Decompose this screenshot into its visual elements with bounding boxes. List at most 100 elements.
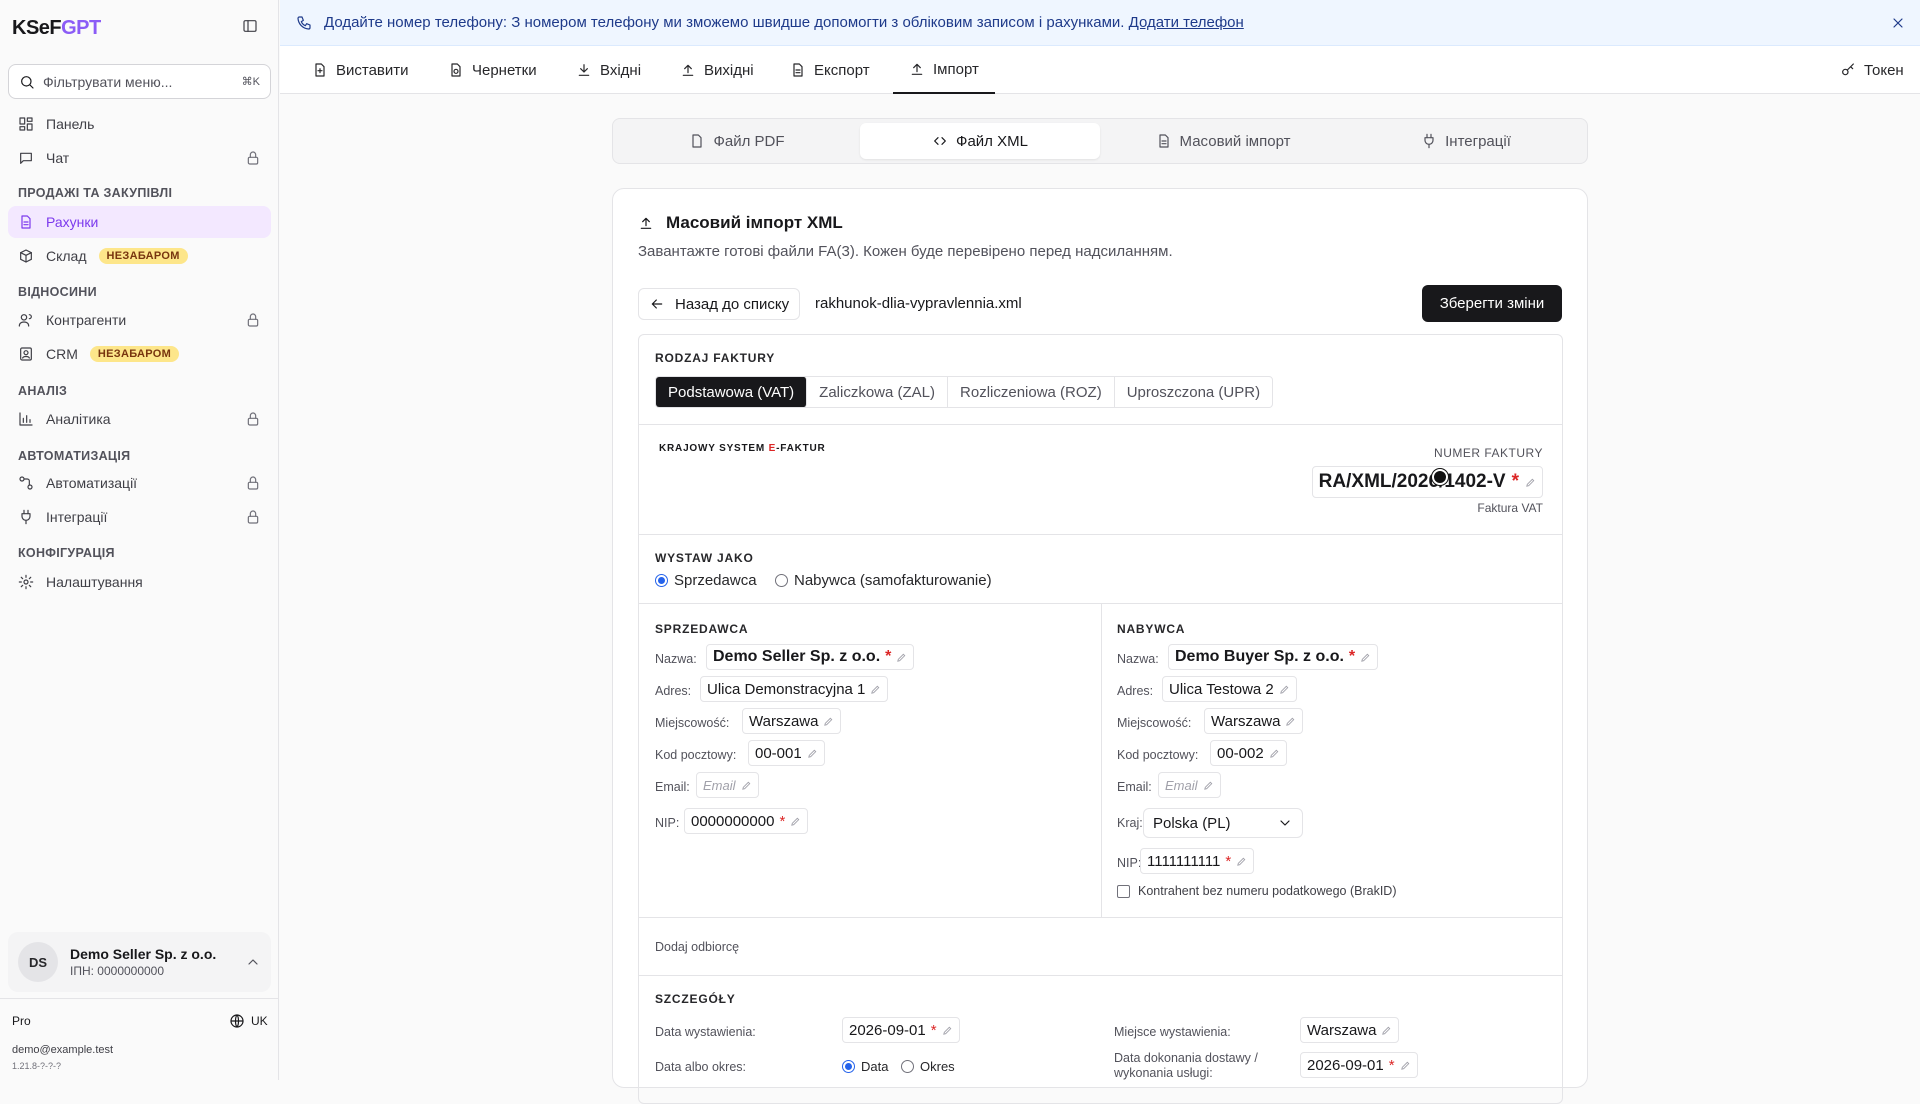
tab-bulk[interactable]: Масовий імпорт xyxy=(1103,123,1343,159)
sidebar-item-analytics[interactable]: Аналітика xyxy=(8,403,271,435)
seller-address-field[interactable]: Ulica Demonstracyjna 1 xyxy=(700,676,889,702)
globe-icon xyxy=(229,1013,245,1029)
invoice-number-field[interactable]: RA/XML/2026/1402-V * xyxy=(1311,466,1543,498)
buyer-heading: NABYWCA xyxy=(1117,622,1186,636)
invoice-type-zal[interactable]: Zaliczkowa (ZAL) xyxy=(807,377,949,407)
buyer-postal-field[interactable]: 00-002 xyxy=(1210,740,1287,766)
brak-id-checkbox[interactable]: Kontrahent bez numeru podatkowego (BrakI… xyxy=(1117,884,1396,898)
pencil-icon xyxy=(1203,780,1214,791)
sidebar-item-label: CRM xyxy=(46,346,78,362)
seller-email-field[interactable]: Email xyxy=(696,772,759,798)
app-version: 1.21.8-?-?-? xyxy=(12,1061,62,1071)
issue-date-field[interactable]: 2026-09-01 * xyxy=(842,1017,960,1043)
sidebar-item-settings[interactable]: Налаштування xyxy=(8,566,271,598)
tab-issue[interactable]: Виставити xyxy=(312,46,409,94)
sidebar-collapse-icon[interactable] xyxy=(242,18,258,34)
language-switcher[interactable]: UK xyxy=(229,1013,268,1029)
field-label: Data wystawienia: xyxy=(655,1025,756,1039)
add-phone-link[interactable]: Додати телефон xyxy=(1129,14,1244,31)
field-label: Email: xyxy=(1117,780,1152,794)
pencil-icon xyxy=(1269,748,1280,759)
pencil-icon xyxy=(823,716,834,727)
delivery-date-field[interactable]: 2026-09-01 * xyxy=(1300,1052,1418,1078)
chevron-up-icon xyxy=(245,954,261,970)
invoice-number-label: NUMER FAKTURY xyxy=(1434,446,1543,460)
divider xyxy=(639,917,1562,918)
sidebar-item-contractors[interactable]: Контрагенти xyxy=(8,304,271,336)
tab-incoming[interactable]: Вхідні xyxy=(576,46,641,94)
account-switcher[interactable]: DS Demo Seller Sp. z o.o. ІПН: 000000000… xyxy=(8,932,271,992)
sidebar-item-chat[interactable]: Чат xyxy=(8,142,271,174)
tab-xml[interactable]: Файл XML xyxy=(860,123,1100,159)
sidebar-item-invoices[interactable]: Рахунки xyxy=(8,206,271,238)
sidebar-item-dashboard[interactable]: Панель xyxy=(8,108,271,140)
pencil-icon xyxy=(1236,856,1247,867)
issue-place-field[interactable]: Warszawa xyxy=(1300,1017,1400,1043)
close-icon[interactable] xyxy=(1890,15,1906,31)
pencil-icon xyxy=(870,684,881,695)
plan-label: Pro xyxy=(12,1014,31,1028)
menu-filter-input[interactable] xyxy=(43,73,234,90)
tab-import[interactable]: Імпорт xyxy=(893,46,995,94)
phone-banner: Додайте номер телефону: З номером телефо… xyxy=(280,0,1920,46)
plug-icon xyxy=(18,509,34,525)
buyer-email-field[interactable]: Email xyxy=(1158,772,1221,798)
tab-outgoing[interactable]: Вихідні xyxy=(680,46,754,94)
app-logo[interactable]: KSeFGPT xyxy=(12,17,101,40)
sidebar-item-automations[interactable]: Автоматизації xyxy=(8,467,271,499)
card-title: Масовий імпорт XML xyxy=(638,213,843,233)
field-label: Kraj: xyxy=(1117,816,1143,830)
divider xyxy=(639,975,1562,976)
period-radio[interactable]: Okres xyxy=(901,1059,955,1074)
tab-integrations[interactable]: Інтеграції xyxy=(1346,123,1586,159)
buyer-city-field[interactable]: Warszawa xyxy=(1204,708,1304,734)
field-label: Email: xyxy=(655,780,690,794)
invoice-type-upr[interactable]: Uproszczona (UPR) xyxy=(1115,377,1272,407)
tab-pdf[interactable]: Файл PDF xyxy=(617,123,857,159)
chevron-down-icon xyxy=(1277,815,1293,831)
token-button[interactable]: Токен xyxy=(1840,46,1904,94)
buyer-nip-field[interactable]: 1111111111 * xyxy=(1140,848,1255,874)
tab-export[interactable]: Експорт xyxy=(790,46,870,94)
invoice-form: RODZAJ FAKTURY Podstawowa (VAT) Zaliczko… xyxy=(638,334,1563,1104)
issue-as-buyer-radio[interactable]: Nabywca (samofakturowanie) xyxy=(775,572,992,589)
seller-name-field[interactable]: Demo Seller Sp. z o.o. * xyxy=(706,644,915,670)
coming-soon-badge: НЕЗАБАРОМ xyxy=(98,248,188,264)
invoice-type-roz[interactable]: Rozliczeniowa (ROZ) xyxy=(948,377,1115,407)
code-icon xyxy=(932,133,948,149)
back-to-list-button[interactable]: Назад до списку xyxy=(638,288,801,320)
seller-city-field[interactable]: Warszawa xyxy=(742,708,842,734)
field-label: Adres: xyxy=(655,684,692,698)
invoice-type-vat[interactable]: Podstawowa (VAT) xyxy=(656,377,808,407)
seller-postal-field[interactable]: 00-001 xyxy=(748,740,825,766)
save-changes-button[interactable]: Зберегти зміни xyxy=(1422,285,1562,322)
column-divider xyxy=(1101,603,1102,917)
date-radio[interactable]: Data xyxy=(842,1059,888,1074)
seller-nip-field[interactable]: 0000000000 * xyxy=(684,808,809,834)
sidebar-item-warehouse[interactable]: Склад НЕЗАБАРОМ xyxy=(8,240,271,272)
sidebar-item-label: Панель xyxy=(46,116,95,132)
account-tax-id: ІПН: 0000000000 xyxy=(70,964,165,978)
field-label: Kod pocztowy: xyxy=(655,748,737,762)
buyer-name-field[interactable]: Demo Buyer Sp. z o.o. * xyxy=(1168,644,1379,670)
sidebar-item-crm[interactable]: CRM НЕЗАБАРОМ xyxy=(8,338,271,370)
file-text-icon xyxy=(790,62,806,78)
tab-drafts[interactable]: Чернетки xyxy=(448,46,537,94)
buyer-address-field[interactable]: Ulica Testowa 2 xyxy=(1162,676,1297,702)
pencil-icon xyxy=(1381,1025,1392,1036)
buyer-country-select[interactable]: Polska (PL) xyxy=(1143,808,1303,838)
package-icon xyxy=(18,248,34,264)
issue-as-seller-radio[interactable]: Sprzedawca xyxy=(655,572,757,589)
lock-icon xyxy=(245,411,261,427)
document-icon xyxy=(18,214,34,230)
seller-heading: SPRZEDAWCA xyxy=(655,622,749,636)
field-label: NIP: xyxy=(655,816,680,830)
section-automation: АВТОМАТИЗАЦІЯ xyxy=(18,449,131,463)
sidebar-item-integrations[interactable]: Інтеграції xyxy=(8,501,271,533)
add-recipient-link[interactable]: Dodaj odbiorcę xyxy=(655,940,739,954)
mouse-cursor xyxy=(1432,469,1448,485)
key-icon xyxy=(1840,62,1856,78)
pencil-icon xyxy=(1285,716,1296,727)
menu-filter[interactable]: ⌘K xyxy=(8,64,271,99)
upload-icon xyxy=(680,62,696,78)
